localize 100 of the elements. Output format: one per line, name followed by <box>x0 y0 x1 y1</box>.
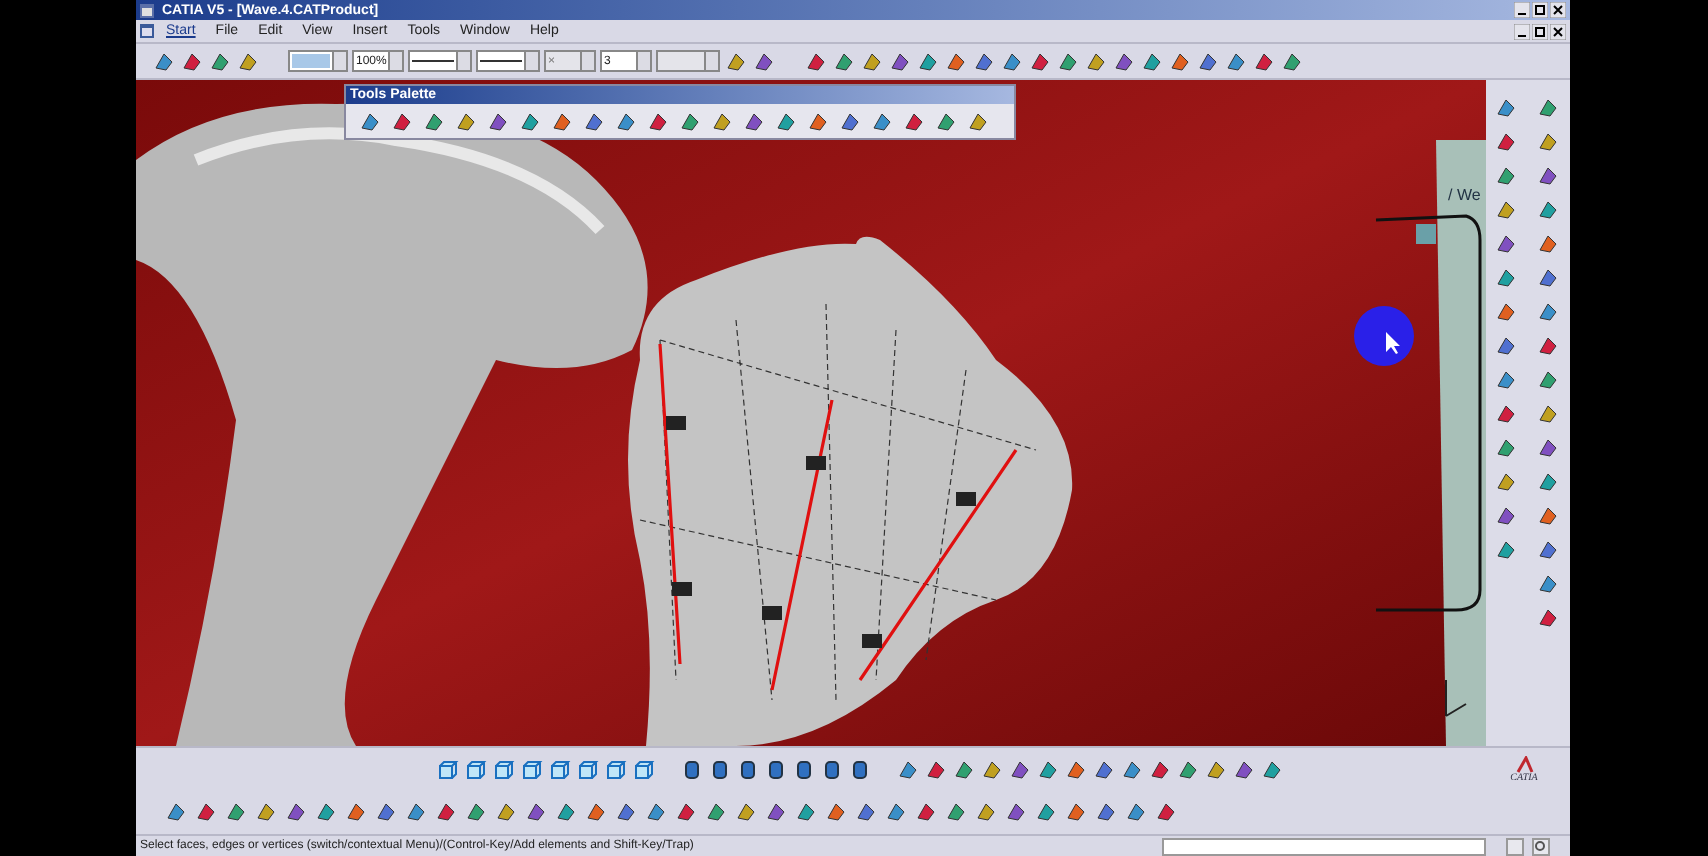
tool-icon[interactable] <box>194 800 218 824</box>
tool-icon[interactable] <box>854 800 878 824</box>
minimize-icon[interactable] <box>1514 23 1530 39</box>
tool-icon[interactable] <box>1056 49 1080 73</box>
cylinder-icon[interactable] <box>764 757 788 781</box>
tool-icon[interactable] <box>1494 130 1520 156</box>
tool-icon[interactable] <box>164 800 188 824</box>
tool-icon[interactable] <box>832 49 856 73</box>
tool-icon[interactable] <box>1536 300 1562 326</box>
tool-icon[interactable] <box>284 800 308 824</box>
tool-icon[interactable] <box>1148 757 1172 781</box>
tool-icon[interactable] <box>952 757 976 781</box>
tool-icon[interactable] <box>1536 436 1562 462</box>
tool-icon[interactable] <box>902 109 926 133</box>
tool-icon[interactable] <box>824 800 848 824</box>
tool-icon[interactable] <box>1494 96 1520 122</box>
cylinder-icon[interactable] <box>792 757 816 781</box>
tool-icon[interactable] <box>1124 800 1148 824</box>
tool-icon[interactable] <box>1536 470 1562 496</box>
restore-icon[interactable] <box>1532 23 1548 39</box>
minimize-icon[interactable] <box>1514 2 1530 18</box>
dropdown-field[interactable] <box>408 50 472 72</box>
tool-icon[interactable] <box>1092 757 1116 781</box>
tool-icon[interactable] <box>944 49 968 73</box>
tool-icon[interactable] <box>454 109 478 133</box>
cylinder-icon[interactable] <box>848 757 872 781</box>
tool-icon[interactable] <box>550 109 574 133</box>
tool-icon[interactable] <box>582 109 606 133</box>
tool-icon[interactable] <box>1536 606 1562 632</box>
tool-icon[interactable] <box>1494 232 1520 258</box>
tool-icon[interactable] <box>152 49 176 73</box>
tool-icon[interactable] <box>1232 757 1256 781</box>
tool-icon[interactable] <box>584 800 608 824</box>
tool-icon[interactable] <box>972 49 996 73</box>
tool-icon[interactable] <box>674 800 698 824</box>
tool-icon[interactable] <box>180 49 204 73</box>
tool-icon[interactable] <box>1536 96 1562 122</box>
dropdown-field[interactable] <box>476 50 540 72</box>
command-input-field[interactable] <box>1162 837 1486 855</box>
dropdown-field[interactable] <box>288 50 348 72</box>
tool-icon[interactable] <box>888 49 912 73</box>
tool-icon[interactable] <box>1004 800 1028 824</box>
tool-icon[interactable] <box>254 800 278 824</box>
tool-icon[interactable] <box>1252 49 1276 73</box>
tool-icon[interactable] <box>236 49 260 73</box>
cube-icon[interactable] <box>632 757 656 781</box>
tool-icon[interactable] <box>734 800 758 824</box>
tool-icon[interactable] <box>644 800 668 824</box>
tool-icon[interactable] <box>1494 504 1520 530</box>
close-icon[interactable] <box>1550 23 1566 39</box>
tool-icon[interactable] <box>1494 164 1520 190</box>
tool-icon[interactable] <box>1494 538 1520 564</box>
tool-icon[interactable] <box>518 109 542 133</box>
tool-icon[interactable] <box>358 109 382 133</box>
tool-icon[interactable] <box>1140 49 1164 73</box>
tool-icon[interactable] <box>390 109 414 133</box>
close-icon[interactable] <box>1550 2 1566 18</box>
tool-icon[interactable] <box>974 800 998 824</box>
tool-icon[interactable] <box>524 800 548 824</box>
tool-icon[interactable] <box>614 800 638 824</box>
cylinder-icon[interactable] <box>708 757 732 781</box>
tool-icon[interactable] <box>980 757 1004 781</box>
tool-icon[interactable] <box>1120 757 1144 781</box>
tool-icon[interactable] <box>724 49 748 73</box>
tool-icon[interactable] <box>486 109 510 133</box>
tool-icon[interactable] <box>1224 49 1248 73</box>
tool-icon[interactable] <box>764 800 788 824</box>
tool-icon[interactable] <box>1000 49 1024 73</box>
tool-icon[interactable] <box>1494 368 1520 394</box>
tool-icon[interactable] <box>1260 757 1284 781</box>
tool-icon[interactable] <box>1008 757 1032 781</box>
tool-icon[interactable] <box>1494 402 1520 428</box>
tool-icon[interactable] <box>1094 800 1118 824</box>
tool-icon[interactable] <box>704 800 728 824</box>
tool-icon[interactable] <box>224 800 248 824</box>
tool-icon[interactable] <box>914 800 938 824</box>
cube-icon[interactable] <box>436 757 460 781</box>
tool-icon[interactable] <box>314 800 338 824</box>
tool-icon[interactable] <box>1494 334 1520 360</box>
tool-icon[interactable] <box>752 49 776 73</box>
cube-icon[interactable] <box>604 757 628 781</box>
tool-icon[interactable] <box>1536 572 1562 598</box>
cylinder-icon[interactable] <box>680 757 704 781</box>
tool-icon[interactable] <box>678 109 702 133</box>
tool-icon[interactable] <box>404 800 428 824</box>
tool-icon[interactable] <box>774 109 798 133</box>
cylinder-icon[interactable] <box>820 757 844 781</box>
tool-icon[interactable] <box>434 800 458 824</box>
tool-icon[interactable] <box>1196 49 1220 73</box>
tool-icon[interactable] <box>806 109 830 133</box>
cube-icon[interactable] <box>492 757 516 781</box>
tool-icon[interactable] <box>1536 402 1562 428</box>
tool-icon[interactable] <box>860 49 884 73</box>
tool-icon[interactable] <box>1536 538 1562 564</box>
tool-icon[interactable] <box>374 800 398 824</box>
tool-icon[interactable] <box>1084 49 1108 73</box>
tool-icon[interactable] <box>1176 757 1200 781</box>
tool-icon[interactable] <box>1536 232 1562 258</box>
tool-icon[interactable] <box>804 49 828 73</box>
tool-icon[interactable] <box>944 800 968 824</box>
